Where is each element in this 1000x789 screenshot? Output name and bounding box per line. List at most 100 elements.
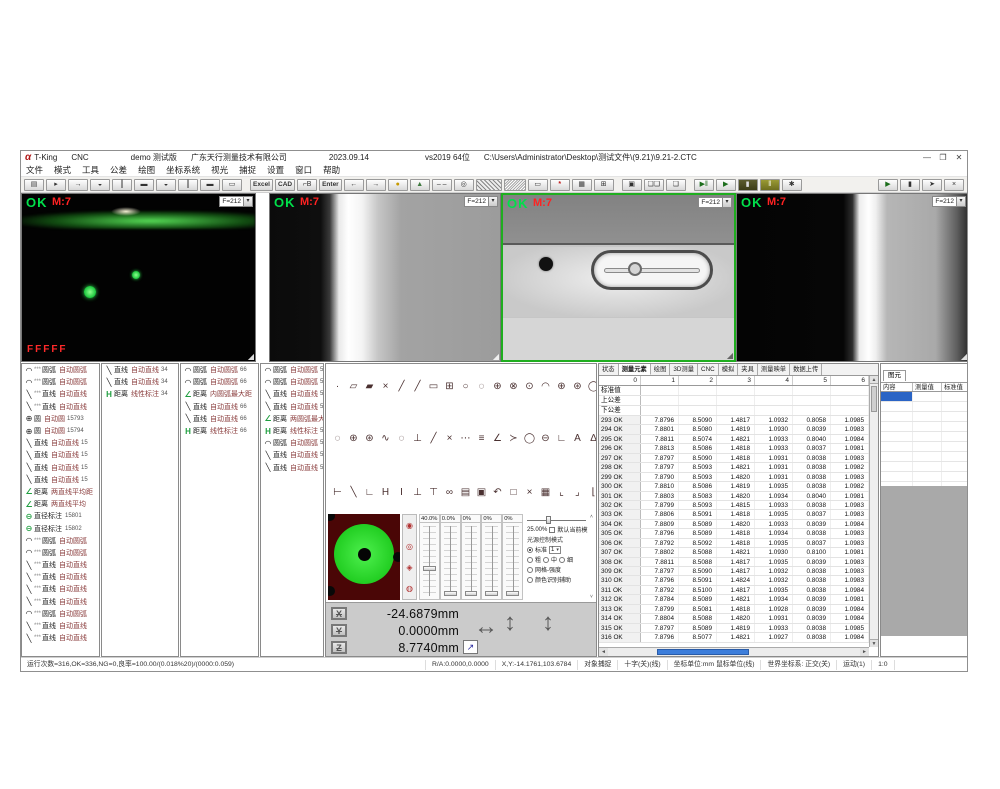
radio-网格-强度[interactable] [527,567,533,573]
table-row[interactable]: 313 OK7.87998.50811.48181.09280.80391.09… [599,605,878,614]
measure-tool-icon[interactable]: ↶ [490,486,505,500]
list-item[interactable]: ╲直线自动直线55 [261,401,323,413]
measure-tool-icon[interactable]: ╲ [346,486,361,500]
table-row[interactable]: 302 OK7.87998.50931.48151.09330.80381.09… [599,501,878,510]
mode-level-dropdown[interactable]: 1▾ [549,546,561,554]
table-row[interactable]: 316 OK7.87968.50771.48211.09270.80381.09… [599,633,878,642]
slider-thumb[interactable] [423,566,436,571]
light-channel-slider[interactable]: 0% [481,514,502,600]
slider-thumb[interactable] [506,591,519,596]
toolbar-button[interactable]: ▤ [24,179,44,191]
list-item[interactable]: ⊖直径标注15801 [22,510,99,522]
toolbar-button[interactable]: → [366,179,386,191]
toolbar-button[interactable]: * [550,179,570,191]
master-brightness-slider[interactable] [527,516,586,524]
tab-CNC[interactable]: CNC [698,364,719,375]
measure-tool-icon[interactable]: ⊖ [538,432,553,446]
menu-item-视光[interactable]: 视光 [211,164,228,176]
toolbar-button[interactable]: → [68,179,88,191]
scroll-right-arrow[interactable]: ► [860,648,869,656]
table-row[interactable]: 303 OK7.88068.50911.48181.09350.80371.09… [599,510,878,519]
element-row[interactable] [881,442,968,452]
table-row[interactable]: 314 OK7.88048.50881.48201.09310.80391.09… [599,614,878,623]
list-item[interactable]: ╲直线自动直线55 [261,388,323,400]
measure-tool-icon[interactable]: ▱ [346,380,361,394]
menu-item-绘图[interactable]: 绘图 [138,164,155,176]
minimize-button[interactable]: — [919,152,935,164]
toolbar-button[interactable]: ← [344,179,364,191]
table-row[interactable]: 294 OK7.88018.50801.48191.09300.80391.09… [599,425,878,434]
measure-tool-icon[interactable]: ⋯ [458,432,473,446]
element-row[interactable] [881,432,968,442]
tab-测量元素[interactable]: 测量元素 [619,364,651,375]
close-button[interactable]: ✕ [951,152,967,164]
z-axis-button[interactable]: Z [331,641,347,654]
slider-thumb[interactable] [444,591,457,596]
toolbar-button[interactable]: ▭ [222,179,242,191]
toolbar-button[interactable]: ▶ [716,179,736,191]
list-item[interactable]: ╲***直线自动直线 [22,583,99,595]
toolbar-button[interactable]: ⊞ [594,179,614,191]
table-row[interactable]: 306 OK7.87928.50921.48181.09350.80371.09… [599,539,878,548]
table-row[interactable]: 305 OK7.87968.50891.48181.09340.80381.09… [599,529,878,538]
scroll-down-arrow[interactable]: ▼ [870,639,878,647]
menu-item-文件[interactable]: 文件 [26,164,43,176]
measure-tool-icon[interactable]: ⊛ [570,380,585,394]
light-channel-slider[interactable]: 0% [502,514,523,600]
table-row[interactable]: 296 OK7.88138.50861.48181.09330.80371.09… [599,444,878,453]
measure-tool-icon[interactable]: ○ [458,380,473,394]
ring-button-icon[interactable]: ◎ [406,542,413,551]
menu-item-窗口[interactable]: 窗口 [295,164,312,176]
element-row[interactable] [881,402,968,412]
list-item[interactable]: ╲***直线自动直线 [22,632,99,644]
toolbar-button[interactable]: ▶‖ [694,179,714,191]
measure-tool-icon[interactable]: ∿ [378,432,393,446]
measure-tool-icon[interactable]: ∠ [490,432,505,446]
list-item[interactable]: ⊕圆自动圆15793 [22,413,99,425]
measure-tool-icon[interactable]: ◌ [330,432,345,446]
toolbar-button[interactable]: ▸ [46,179,66,191]
radio-细[interactable] [559,557,565,563]
measure-tool-icon[interactable]: □ [506,486,521,500]
measure-tool-icon[interactable]: ▣ [474,486,489,500]
dropdown-arrow-icon[interactable]: ▾ [722,198,731,207]
list-item[interactable]: ◠圆弧自动圆弧55 [261,437,323,449]
list-item[interactable]: ◠***圆弧自动圆弧 [22,364,99,376]
z-jog-icon[interactable]: ↕ [542,609,554,637]
list-item[interactable]: Η距离线性标注55 [261,425,323,437]
toolbar-button[interactable]: × [944,179,964,191]
radio-粗[interactable] [527,557,533,563]
measure-tool-icon[interactable]: × [522,486,537,500]
maximize-button[interactable]: ❐ [935,152,951,164]
ring-button-icon[interactable]: ◉ [406,521,413,530]
camera-view-2[interactable]: OKM:7F=212▾◢ [269,193,501,362]
menu-item-帮助[interactable]: 帮助 [323,164,340,176]
list-item[interactable]: Η距离线性标注66 [181,425,258,437]
measure-tool-icon[interactable]: ≻ [506,432,521,446]
camera-magnification-dropdown[interactable]: F=212▾ [932,196,966,207]
scroll-thumb[interactable] [871,386,877,412]
measure-tool-icon[interactable]: ∆ [586,432,597,446]
toolbar-button[interactable]: ▬ [134,179,154,191]
toolbar-button[interactable]: ▭ [528,179,548,191]
toolbar-button[interactable]: ▶ [878,179,898,191]
list-item[interactable]: ◠圆弧自动圆弧55 [261,364,323,376]
toolbar-button[interactable]: – – [432,179,452,191]
measure-tool-icon[interactable]: ⌞ [554,486,569,500]
pan-horizontal-icon[interactable]: ↔ [474,613,498,641]
dropdown-arrow-icon[interactable]: ▾ [243,197,252,206]
pan-vertical-icon[interactable]: ↕ [504,609,516,637]
measure-tool-icon[interactable]: Ι [394,486,409,500]
list-item[interactable]: ╲直线自动直线55 [261,449,323,461]
table-row[interactable]: 298 OK7.87978.50931.48211.09310.80381.09… [599,463,878,472]
measure-tool-icon[interactable]: ⊙ [522,380,537,394]
list-item[interactable]: ╲***直线自动直线 [22,559,99,571]
measure-tool-icon[interactable]: ◠ [538,380,553,394]
list-item[interactable]: ╲***直线自动直线 [22,388,99,400]
tab-element[interactable]: 图元 [883,370,906,381]
slider-thumb[interactable] [546,516,551,524]
resize-grip-icon[interactable]: ◢ [493,352,499,361]
measure-tool-icon[interactable]: Η [378,486,393,500]
tab-测量映单[interactable]: 测量映单 [758,364,790,375]
table-vertical-scrollbar[interactable]: ▲ ▼ [869,376,878,647]
